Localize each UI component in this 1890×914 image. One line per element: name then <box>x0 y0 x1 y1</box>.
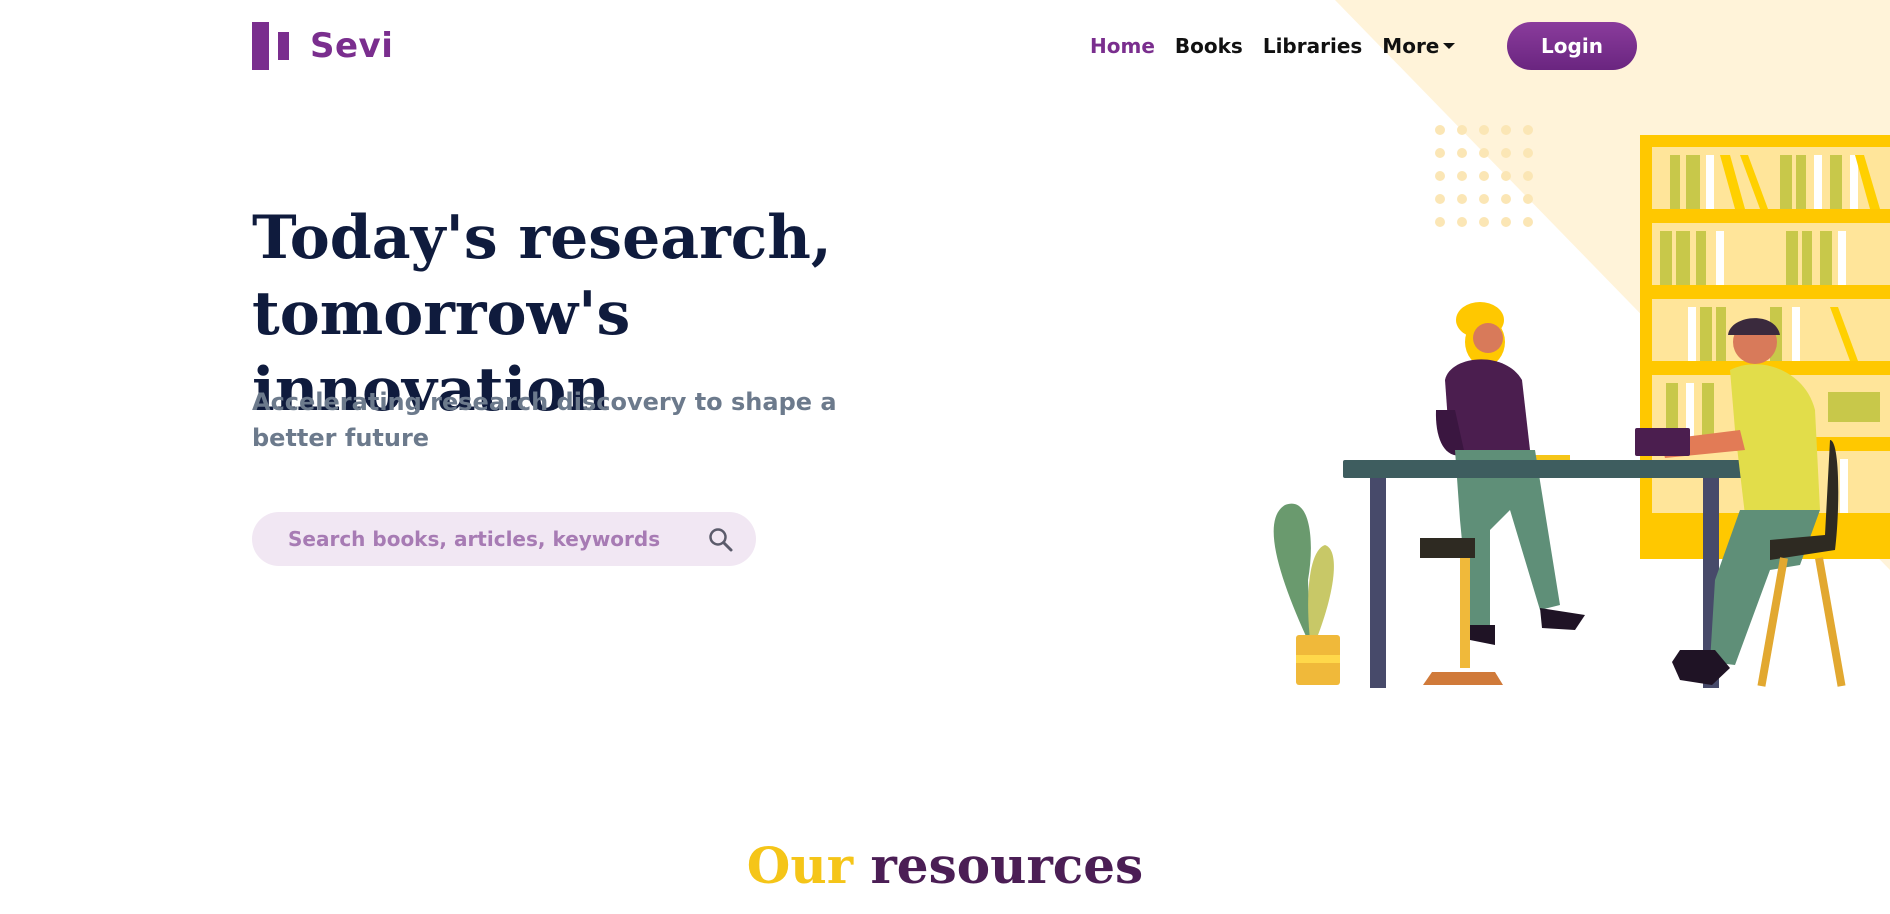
site-header: Sevi Home Books Libraries More Login <box>0 0 1890 92</box>
main-nav: Home Books Libraries More <box>1090 32 1475 60</box>
dot-grid-decoration <box>1435 125 1533 227</box>
logo-mark-icon <box>252 22 292 70</box>
nav-home[interactable]: Home <box>1090 32 1155 60</box>
brand-logo[interactable]: Sevi <box>252 21 393 71</box>
hero-title-line1: Today's research, <box>252 203 832 273</box>
brand-name: Sevi <box>310 26 394 66</box>
login-button[interactable]: Login <box>1507 22 1637 70</box>
plant <box>1273 503 1340 685</box>
search-bar <box>252 512 756 566</box>
resources-heading: Our resources <box>0 836 1890 896</box>
resources-heading-word2: resources <box>870 836 1144 895</box>
resources-heading-word1: Our <box>746 836 854 895</box>
nav-books[interactable]: Books <box>1175 32 1243 60</box>
caret-down-icon <box>1443 42 1456 49</box>
nav-more-dropdown[interactable]: More <box>1382 32 1456 60</box>
search-icon[interactable] <box>707 526 735 554</box>
woman-figure <box>1420 302 1585 685</box>
hero-subtitle: Accelerating research discovery to shape… <box>252 388 837 452</box>
nav-libraries[interactable]: Libraries <box>1263 32 1362 60</box>
hero-illustration <box>1273 125 1890 688</box>
nav-more-label: More <box>1382 34 1440 58</box>
search-input[interactable] <box>288 512 688 566</box>
